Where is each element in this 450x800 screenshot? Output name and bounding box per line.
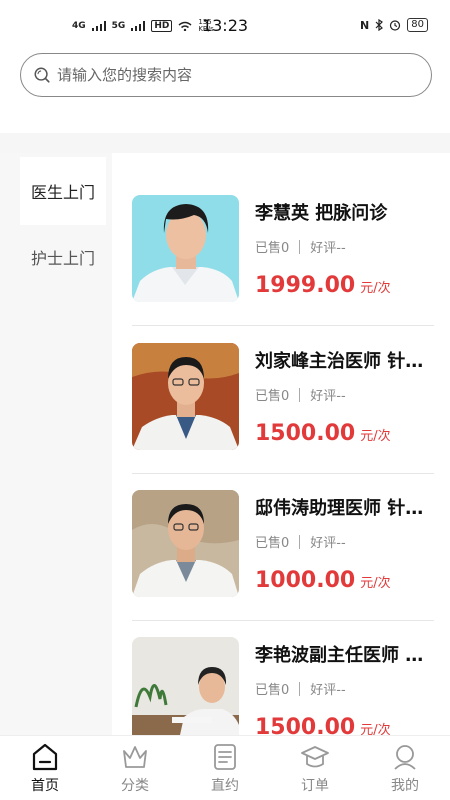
- tab-label: 我的: [391, 778, 419, 794]
- rating: 好评--: [310, 241, 346, 256]
- sidebar-item-label: 护士上门: [30, 249, 95, 268]
- price: 1500.00 元/次: [255, 715, 391, 735]
- doctor-photo: [132, 195, 239, 302]
- home-icon: [32, 743, 58, 771]
- rating: 好评--: [310, 536, 346, 551]
- nfc-icon: N: [360, 18, 370, 32]
- sold-count: 已售0: [255, 389, 290, 404]
- doctor-card[interactable]: 李慧英 把脉问诊 已售0 好评-- 1999.00 元/次: [132, 155, 434, 326]
- doctor-stats: 已售0 好评--: [255, 532, 346, 551]
- rating: 好评--: [310, 389, 346, 404]
- sidebar-item-nurse-visit[interactable]: 护士上门: [20, 223, 106, 291]
- tab-label: 分类: [121, 778, 149, 794]
- status-right-icons: N 80: [360, 18, 428, 32]
- doctor-photo: [132, 343, 239, 450]
- doctor-name: 邸伟涛助理医师 针灸推拿: [255, 498, 435, 519]
- price-unit: 元/次: [360, 281, 391, 296]
- doctor-card[interactable]: 刘家峰主治医师 针灸推拿 已售0 好评-- 1500.00 元/次: [132, 303, 435, 474]
- price-amount: 1500.00: [255, 421, 356, 446]
- doctor-card[interactable]: 李艳波副主任医师 把脉问诊 已售0 好评-- 1500.00 元/次: [132, 597, 435, 735]
- search-bar[interactable]: [20, 53, 432, 97]
- profile-icon: [394, 745, 416, 770]
- tab-orders[interactable]: 订单: [270, 736, 360, 800]
- doctor-name: 刘家峰主治医师 针灸推拿: [255, 351, 435, 372]
- book-icon: [214, 744, 236, 770]
- tab-label: 订单: [301, 778, 329, 794]
- tab-home[interactable]: 首页: [0, 736, 90, 800]
- battery-indicator: 80: [407, 18, 428, 32]
- doctor-photo: [132, 490, 239, 597]
- section-divider: [0, 133, 450, 153]
- doctor-stats: 已售0 好评--: [255, 237, 346, 256]
- doctor-name: 李艳波副主任医师 把脉问诊: [255, 645, 435, 666]
- bottom-tab-bar: 首页 分类 直约 订单 我的: [0, 735, 450, 800]
- stats-divider: [299, 387, 301, 402]
- doctor-stats: 已售0 好评--: [255, 385, 346, 404]
- price-amount: 1999.00: [255, 273, 356, 298]
- price-amount: 1000.00: [255, 568, 356, 593]
- price-amount: 1500.00: [255, 715, 356, 735]
- tab-category[interactable]: 分类: [90, 736, 180, 800]
- price-unit: 元/次: [360, 429, 391, 444]
- doctor-name: 李慧英 把脉问诊: [255, 203, 388, 224]
- rating: 好评--: [310, 683, 346, 698]
- category-sidebar: 医生上门 护士上门: [0, 153, 112, 735]
- tab-label: 首页: [31, 778, 59, 794]
- doctor-card[interactable]: 邸伟涛助理医师 针灸推拿 已售0 好评-- 1000.00 元/次: [132, 450, 435, 621]
- sidebar-item-label: 医生上门: [30, 183, 95, 202]
- stats-divider: [299, 534, 301, 549]
- tab-appointment[interactable]: 直约: [180, 736, 270, 800]
- stats-divider: [299, 239, 301, 254]
- sold-count: 已售0: [255, 241, 290, 256]
- sold-count: 已售0: [255, 683, 290, 698]
- bluetooth-icon: [375, 19, 384, 31]
- search-input[interactable]: [57, 66, 417, 84]
- alarm-icon: [390, 20, 401, 31]
- search-icon: [34, 67, 50, 83]
- tab-profile[interactable]: 我的: [360, 736, 450, 800]
- price: 1500.00 元/次: [255, 421, 391, 446]
- sidebar-item-doctor-visit[interactable]: 医生上门: [20, 157, 106, 225]
- price: 1999.00 元/次: [255, 273, 391, 298]
- graduation-cap-icon: [301, 746, 329, 768]
- stats-divider: [299, 681, 301, 696]
- doctor-photo: [132, 637, 239, 735]
- sold-count: 已售0: [255, 536, 290, 551]
- price-unit: 元/次: [360, 576, 391, 591]
- price: 1000.00 元/次: [255, 568, 391, 593]
- price-unit: 元/次: [360, 723, 391, 735]
- doctor-stats: 已售0 好评--: [255, 679, 346, 698]
- crown-icon: [123, 746, 147, 768]
- tab-label: 直约: [211, 778, 239, 794]
- status-bar: 4G 5G HD 135 KB/s 13:23 N 80: [0, 0, 450, 52]
- doctor-list: 李慧英 把脉问诊 已售0 好评-- 1999.00 元/次 刘家峰主治医师 针灸…: [112, 153, 450, 735]
